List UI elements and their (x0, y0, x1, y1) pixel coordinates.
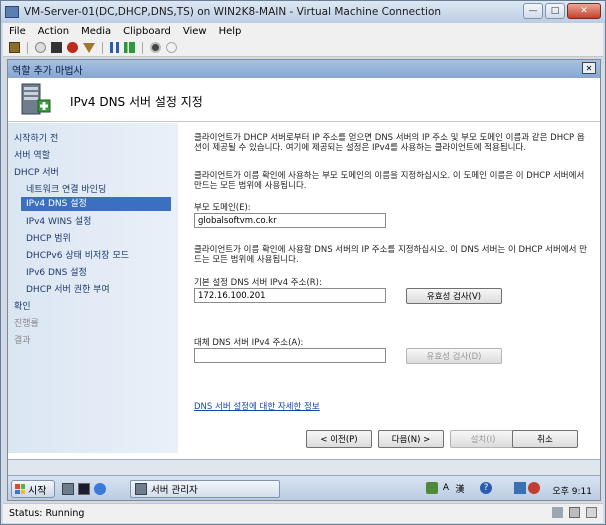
vm-titlebar: VM-Server-01(DC,DHCP,DNS,TS) on WIN2K8-M… (1, 1, 605, 23)
start-icon[interactable] (35, 42, 46, 53)
alternate-dns-label: 대체 DNS 서버 IPv4 주소(A): (194, 338, 304, 348)
nav-item-network-binding[interactable]: 네트워크 연결 바인딩 (26, 182, 106, 195)
nav-item-results: 결과 (14, 336, 31, 346)
nav-item-ipv6-dns[interactable]: IPv6 DNS 설정 (26, 265, 87, 278)
parent-domain-label: 부모 도메인(E): (194, 203, 251, 213)
lock-icon (569, 507, 580, 518)
revert-icon[interactable] (166, 42, 177, 53)
language-bar-icon[interactable] (426, 482, 438, 494)
install-button: 설치(I) (450, 430, 516, 448)
turn-off-icon[interactable] (51, 42, 62, 53)
windows-logo-icon (15, 484, 25, 494)
ctrl-alt-del-icon[interactable] (9, 42, 20, 53)
hanja-indicator[interactable]: 漢 (454, 482, 466, 495)
intro-text: 클라이언트가 DHCP 서버로부터 IP 주소를 얻으면 DNS 서버의 IP … (194, 133, 585, 153)
back-button[interactable]: < 이전(P) (306, 430, 372, 448)
parent-domain-input[interactable] (194, 213, 386, 228)
wizard-close-button[interactable]: ✕ (582, 62, 596, 74)
wizard-window-title: 역할 추가 마법사 (12, 65, 83, 77)
resize-grip-icon (586, 507, 597, 518)
menu-action[interactable]: Action (32, 26, 75, 37)
window-controls: — □ ✕ (523, 3, 601, 19)
server-manager-icon[interactable] (62, 483, 74, 495)
vm-connection-window: VM-Server-01(DC,DHCP,DNS,TS) on WIN2K8-M… (0, 0, 606, 525)
clock: 오후 9:11 (552, 487, 592, 497)
cancel-button[interactable]: 취소 (512, 430, 578, 448)
minimize-button[interactable]: — (523, 3, 543, 19)
nav-item-confirmation[interactable]: 확인 (14, 299, 31, 312)
menubar: File Action Media Clipboard View Help (3, 23, 603, 39)
menu-file[interactable]: File (3, 26, 32, 37)
help-icon[interactable]: ? (480, 482, 492, 494)
wizard-titlebar: 역할 추가 마법사 ✕ (8, 60, 600, 78)
status-icons (552, 507, 597, 518)
menu-clipboard[interactable]: Clipboard (117, 26, 177, 37)
vm-status-bar: Status: Running (3, 503, 603, 523)
validate-alternate-button: 유효성 검사(D) (406, 348, 502, 364)
close-button[interactable]: ✕ (567, 3, 601, 19)
nav-item-progress: 진행률 (14, 319, 39, 329)
toolbar-separator (102, 41, 103, 54)
nav-item-ipv4-wins[interactable]: IPv4 WINS 설정 (26, 214, 91, 227)
menu-media[interactable]: Media (75, 26, 117, 37)
nav-item-ipv4-dns[interactable]: IPv4 DNS 설정 (21, 197, 171, 211)
menu-help[interactable]: Help (213, 26, 248, 37)
server-role-icon (21, 83, 51, 115)
reset-icon[interactable] (124, 42, 135, 53)
domain-instructions: 클라이언트가 이름 확인에 사용하는 부모 도메인의 이름을 지정하십시오. 이… (194, 171, 585, 191)
guest-taskbar: 시작 서버 관리자 A 漢 ? 오후 9:11 (8, 475, 600, 500)
nav-item-dhcp-scopes[interactable]: DHCP 범위 (26, 231, 71, 244)
toolbar-separator (27, 41, 28, 54)
nav-item-dhcp-authorization[interactable]: DHCP 서버 권한 부여 (26, 282, 110, 295)
taskbar-server-manager[interactable]: 서버 관리자 (130, 480, 280, 498)
vm-toolbar (3, 39, 603, 57)
preferred-dns-label: 기본 설정 DNS 서버 IPv4 주소(R): (194, 278, 322, 288)
guest-screen[interactable]: 역할 추가 마법사 ✕ IPv4 DNS 서버 설정 지정 시작하기 전 서버 … (7, 59, 601, 501)
start-button[interactable]: 시작 (11, 480, 55, 498)
volume-icon[interactable] (528, 482, 540, 494)
validate-preferred-button[interactable]: 유효성 검사(V) (406, 288, 502, 304)
wizard-nav: 시작하기 전 서버 역할 DHCP 서버 네트워크 연결 바인딩 IPv4 DN… (8, 123, 178, 453)
save-state-icon[interactable] (83, 42, 95, 53)
nav-item-before-you-begin[interactable]: 시작하기 전 (14, 131, 58, 144)
toolbar-separator (142, 41, 143, 54)
more-info-link[interactable]: DNS 서버 설정에 대한 자세한 정보 (194, 400, 320, 412)
vm-window-title: VM-Server-01(DC,DHCP,DNS,TS) on WIN2K8-M… (24, 6, 442, 18)
preferred-dns-input[interactable] (194, 288, 386, 303)
snapshot-icon[interactable] (150, 42, 161, 53)
vm-app-icon (5, 6, 19, 18)
shutdown-icon[interactable] (67, 42, 78, 53)
nav-item-dhcp-server[interactable]: DHCP 서버 (14, 165, 59, 178)
next-button[interactable]: 다음(N) > (378, 430, 444, 448)
nav-item-dhcpv6-stateless[interactable]: DHCPv6 상태 비저장 모드 (26, 248, 129, 261)
dns-instructions: 클라이언트가 이름 확인에 사용할 DNS 서버의 IP 주소를 지정하십시오.… (194, 245, 587, 265)
keyboard-icon (552, 507, 563, 518)
network-icon[interactable] (514, 482, 526, 494)
alternate-dns-input[interactable] (194, 348, 386, 363)
internet-explorer-icon[interactable] (94, 483, 106, 495)
command-prompt-icon[interactable] (78, 483, 90, 495)
ime-mode-indicator[interactable]: A (440, 482, 452, 494)
server-manager-task-icon (135, 483, 147, 495)
task-label: 서버 관리자 (151, 485, 198, 496)
nav-item-server-roles[interactable]: 서버 역할 (14, 148, 50, 161)
status-text: Status: Running (9, 508, 85, 519)
maximize-button[interactable]: □ (545, 3, 565, 19)
start-label: 시작 (28, 485, 47, 497)
menu-view[interactable]: View (177, 26, 213, 37)
page-title: IPv4 DNS 서버 설정 지정 (70, 95, 203, 109)
pause-icon[interactable] (110, 42, 119, 53)
wizard-header: IPv4 DNS 서버 설정 지정 (8, 78, 600, 122)
horizontal-scrollbar[interactable] (8, 459, 600, 475)
wizard-content: 클라이언트가 DHCP 서버로부터 IP 주소를 얻으면 DNS 서버의 IP … (194, 123, 590, 453)
